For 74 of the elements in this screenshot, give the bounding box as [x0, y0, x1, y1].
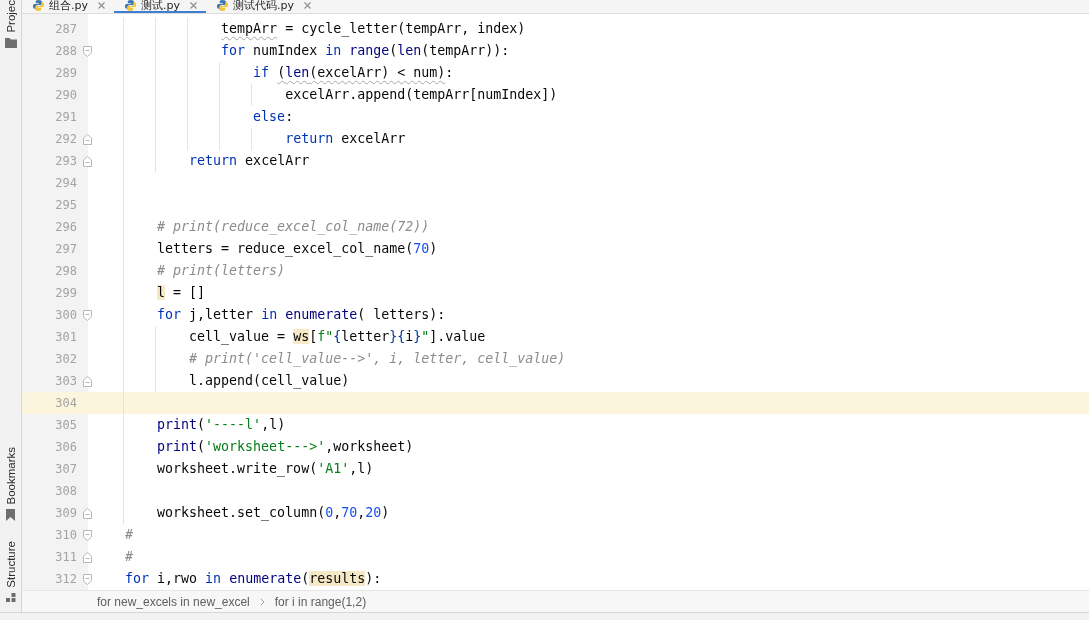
fold-marker-icon[interactable]: [83, 529, 92, 541]
line-number: 297: [55, 242, 77, 256]
fold-marker-icon[interactable]: [83, 551, 92, 563]
code-line: for i,rwo in enumerate(results):: [125, 571, 382, 586]
fold-marker-icon[interactable]: [83, 573, 92, 585]
line-number: 299: [55, 286, 77, 300]
code-line: letters = reduce_excel_col_name(70): [157, 241, 438, 256]
fold-marker-icon[interactable]: [83, 133, 92, 145]
line-number: 310: [55, 528, 77, 542]
line-number: 311: [55, 550, 77, 564]
line-number: 309: [55, 506, 77, 520]
breadcrumb-item[interactable]: for i in range(1,2): [274, 594, 367, 609]
code-line: print('----l',l): [157, 417, 286, 432]
line-number: 307: [55, 462, 77, 476]
tool-window-button[interactable]: Bookmarks: [0, 446, 21, 522]
code-line: for j,letter in enumerate( letters):: [157, 307, 446, 322]
code-line: # print(reduce_excel_col_name(72)): [157, 219, 430, 234]
python-file-icon: [217, 0, 228, 11]
python-file-icon: [125, 0, 136, 11]
bookmark-icon: [6, 509, 15, 522]
line-number: 301: [55, 330, 77, 344]
code-line: worksheet.write_row('A1',l): [157, 461, 374, 476]
line-number: 308: [55, 484, 77, 498]
squares-icon: [5, 593, 16, 602]
line-number: 288: [55, 44, 77, 58]
editor-tab[interactable]: 测试代码.py: [206, 0, 320, 13]
line-number: 293: [55, 154, 77, 168]
code-line: #: [125, 549, 134, 564]
code-line: excelArr.append(tempArr[numIndex]): [285, 87, 558, 102]
code-line: #: [125, 527, 134, 542]
line-number: 296: [55, 220, 77, 234]
line-number: 302: [55, 352, 77, 366]
fold-marker-icon[interactable]: [83, 507, 92, 519]
code-line: print('worksheet--->',worksheet): [157, 439, 414, 454]
code-line: cell_value = ws[f"{letter}{i}"].value: [189, 329, 486, 344]
line-number: 290: [55, 88, 77, 102]
fold-marker-icon[interactable]: [83, 155, 92, 167]
tool-window-button[interactable]: Projec: [0, 0, 21, 48]
line-number: 287: [55, 22, 77, 36]
code-line: l = []: [157, 285, 206, 300]
breadcrumb-item[interactable]: for new_excels in new_excel: [97, 594, 250, 609]
code-line: if (len(excelArr) < num):: [253, 65, 454, 80]
line-number: 303: [55, 374, 77, 388]
close-icon[interactable]: [190, 2, 197, 9]
code-line: # print(letters): [157, 263, 286, 278]
code-line: tempArr = cycle_letter(tempArr, index): [221, 21, 526, 36]
fold-marker-icon[interactable]: [83, 375, 92, 387]
close-icon[interactable]: [304, 2, 311, 9]
code-line: l.append(cell_value): [189, 373, 350, 388]
line-number: 300: [55, 308, 77, 322]
code-line: else:: [253, 109, 294, 124]
tool-window-button[interactable]: Structure: [0, 541, 21, 602]
code-line: return excelArr: [285, 131, 406, 146]
fold-marker-icon[interactable]: [83, 309, 92, 321]
line-number: 291: [55, 110, 77, 124]
chevron-right-icon: [259, 597, 265, 606]
close-icon[interactable]: [98, 2, 105, 9]
folder-icon: [4, 37, 17, 48]
fold-marker-icon[interactable]: [83, 45, 92, 57]
editor-tab[interactable]: 组合.py: [22, 0, 114, 13]
line-number: 305: [55, 418, 77, 432]
python-file-icon: [33, 0, 44, 11]
line-number: 312: [55, 572, 77, 586]
line-number: 304: [55, 396, 77, 410]
line-number: 292: [55, 132, 77, 146]
line-number: 298: [55, 264, 77, 278]
code-line: for numIndex in range(len(tempArr)):: [221, 43, 510, 58]
code-line: worksheet.set_column(0,70,20): [157, 505, 390, 520]
code-line: return excelArr: [189, 153, 310, 168]
line-number: 306: [55, 440, 77, 454]
line-number: 289: [55, 66, 77, 80]
line-number: 295: [55, 198, 77, 212]
code-line: # print('cell_value-->', i, letter, cell_value): [189, 351, 566, 366]
line-number: 294: [55, 176, 77, 190]
